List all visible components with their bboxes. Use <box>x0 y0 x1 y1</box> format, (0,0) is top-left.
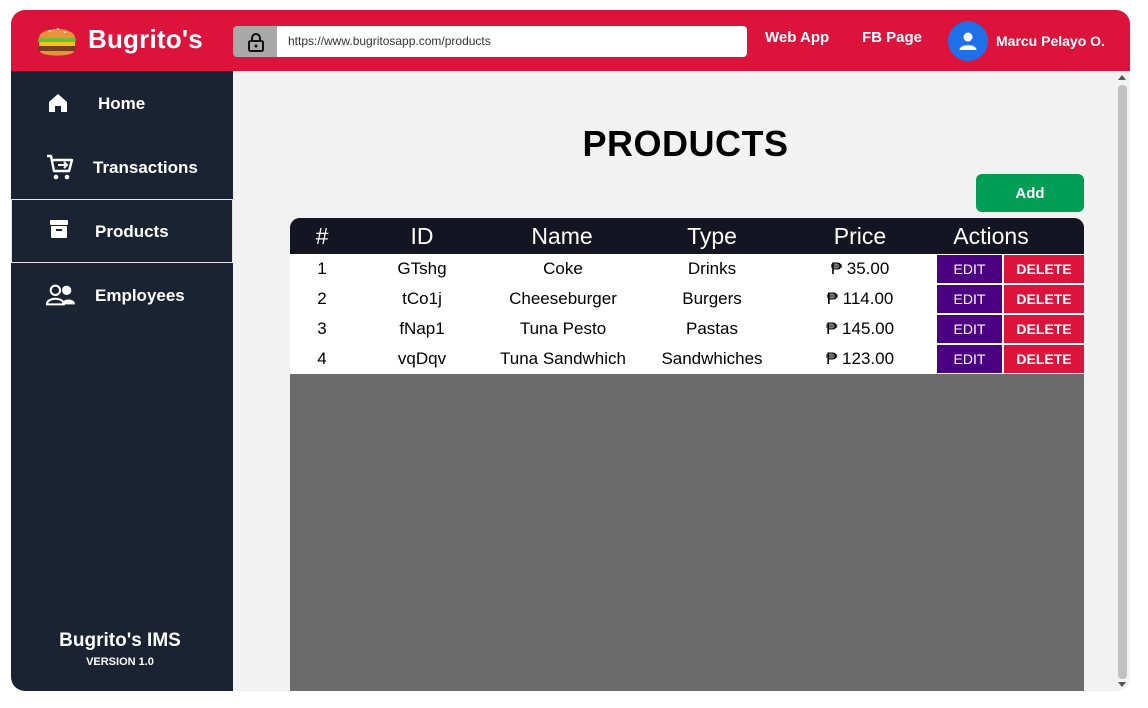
column-header: ID <box>410 223 434 249</box>
page-title: PRODUCTS <box>582 123 789 164</box>
sidebar: Home Transactions Products Employees Bug… <box>11 71 233 691</box>
top-bar: Bugrito's Web App FB Page Marcu Pelayo O… <box>11 10 1130 71</box>
table-body: 1 GTshg Coke Drinks ₱ 35.00 EDIT DELETE … <box>290 254 1084 374</box>
cell-id: tCo1j <box>402 289 442 308</box>
cell-type: Drinks <box>687 259 737 278</box>
lock-icon <box>233 26 279 57</box>
archive-box-icon <box>44 214 74 244</box>
edit-button[interactable]: EDIT <box>937 285 1002 313</box>
products-table: # ID Name Type Price Actions 1 GTshg Cok… <box>290 218 1084 691</box>
delete-button[interactable]: DELETE <box>1004 285 1084 313</box>
column-header: # <box>315 223 329 249</box>
cell-price: ₱ 35.00 <box>830 259 890 278</box>
column-header: Type <box>687 223 737 249</box>
column-header: Name <box>531 223 593 249</box>
table-row: 3 fNap1 Tuna Pesto Pastas ₱ 145.00 EDIT … <box>290 314 1084 344</box>
edit-button[interactable]: EDIT <box>937 255 1002 283</box>
sidebar-item-home[interactable]: Home <box>11 72 233 136</box>
table-row: 4 vqDqv Tuna Sandwhich Sandwhiches ₱ 123… <box>290 344 1084 374</box>
sidebar-item-label: Employees <box>95 286 185 305</box>
edit-button[interactable]: EDIT <box>937 345 1002 373</box>
cell-type: Pastas <box>686 319 738 338</box>
sidebar-item-products[interactable]: Products <box>11 199 233 263</box>
user-avatar-icon[interactable] <box>948 21 988 61</box>
delete-button[interactable]: DELETE <box>1004 255 1084 283</box>
cell-price: ₱ 145.00 <box>825 319 895 338</box>
vertical-scrollbar[interactable] <box>1115 71 1130 691</box>
column-header: Price <box>833 223 887 249</box>
url-input[interactable] <box>277 26 747 57</box>
cell-name: Coke <box>543 259 583 278</box>
table-header: # ID Name Type Price Actions <box>290 218 1084 254</box>
cell-num: 1 <box>317 259 327 278</box>
sidebar-item-label: Transactions <box>93 158 198 177</box>
sidebar-item-transactions[interactable]: Transactions <box>11 136 233 200</box>
web-app-link[interactable]: Web App <box>765 29 829 46</box>
brand-name: Bugrito's <box>88 24 203 54</box>
delete-button[interactable]: DELETE <box>1004 315 1084 343</box>
edit-button[interactable]: EDIT <box>937 315 1002 343</box>
cell-type: Burgers <box>682 289 742 308</box>
user-name[interactable]: Marcu Pelayo O. <box>996 33 1105 49</box>
cell-num: 4 <box>317 349 327 368</box>
cell-id: GTshg <box>397 259 447 278</box>
users-icon <box>46 280 76 310</box>
add-product-button[interactable]: Add <box>976 174 1084 212</box>
cell-id: fNap1 <box>399 319 445 338</box>
delete-button[interactable]: DELETE <box>1004 345 1084 373</box>
table-row: 1 GTshg Coke Drinks ₱ 35.00 EDIT DELETE <box>290 254 1084 284</box>
ims-version: VERSION 1.0 <box>86 656 154 668</box>
scroll-up-icon[interactable] <box>1118 75 1126 80</box>
cell-price: ₱ 123.00 <box>825 349 895 368</box>
scroll-thumb[interactable] <box>1118 85 1127 679</box>
main-content: PRODUCTS Add # ID Name Type Price Action… <box>233 71 1130 691</box>
cell-name: Tuna Pesto <box>519 319 607 338</box>
app-window: Bugrito's Web App FB Page Marcu Pelayo O… <box>11 10 1130 691</box>
scroll-down-icon[interactable] <box>1118 682 1126 687</box>
home-icon <box>43 88 73 118</box>
cell-num: 2 <box>317 289 327 308</box>
cell-num: 3 <box>317 319 327 338</box>
sidebar-item-label: Products <box>95 222 169 241</box>
cell-id: vqDqv <box>397 349 447 368</box>
burger-logo-icon <box>33 16 81 64</box>
cell-name: Cheeseburger <box>509 289 617 308</box>
cell-type: Sandwhiches <box>661 349 763 368</box>
ims-title: Bugrito's IMS <box>59 630 181 651</box>
column-header: Actions <box>953 223 1029 249</box>
sidebar-item-employees[interactable]: Employees <box>11 264 233 328</box>
cell-price: ₱ 114.00 <box>826 289 894 308</box>
sidebar-item-label: Home <box>98 94 146 113</box>
cart-icon <box>45 152 75 182</box>
table-row: 2 tCo1j Cheeseburger Burgers ₱ 114.00 ED… <box>290 284 1084 314</box>
fb-page-link[interactable]: FB Page <box>862 29 922 46</box>
cell-name: Tuna Sandwhich <box>499 349 626 368</box>
